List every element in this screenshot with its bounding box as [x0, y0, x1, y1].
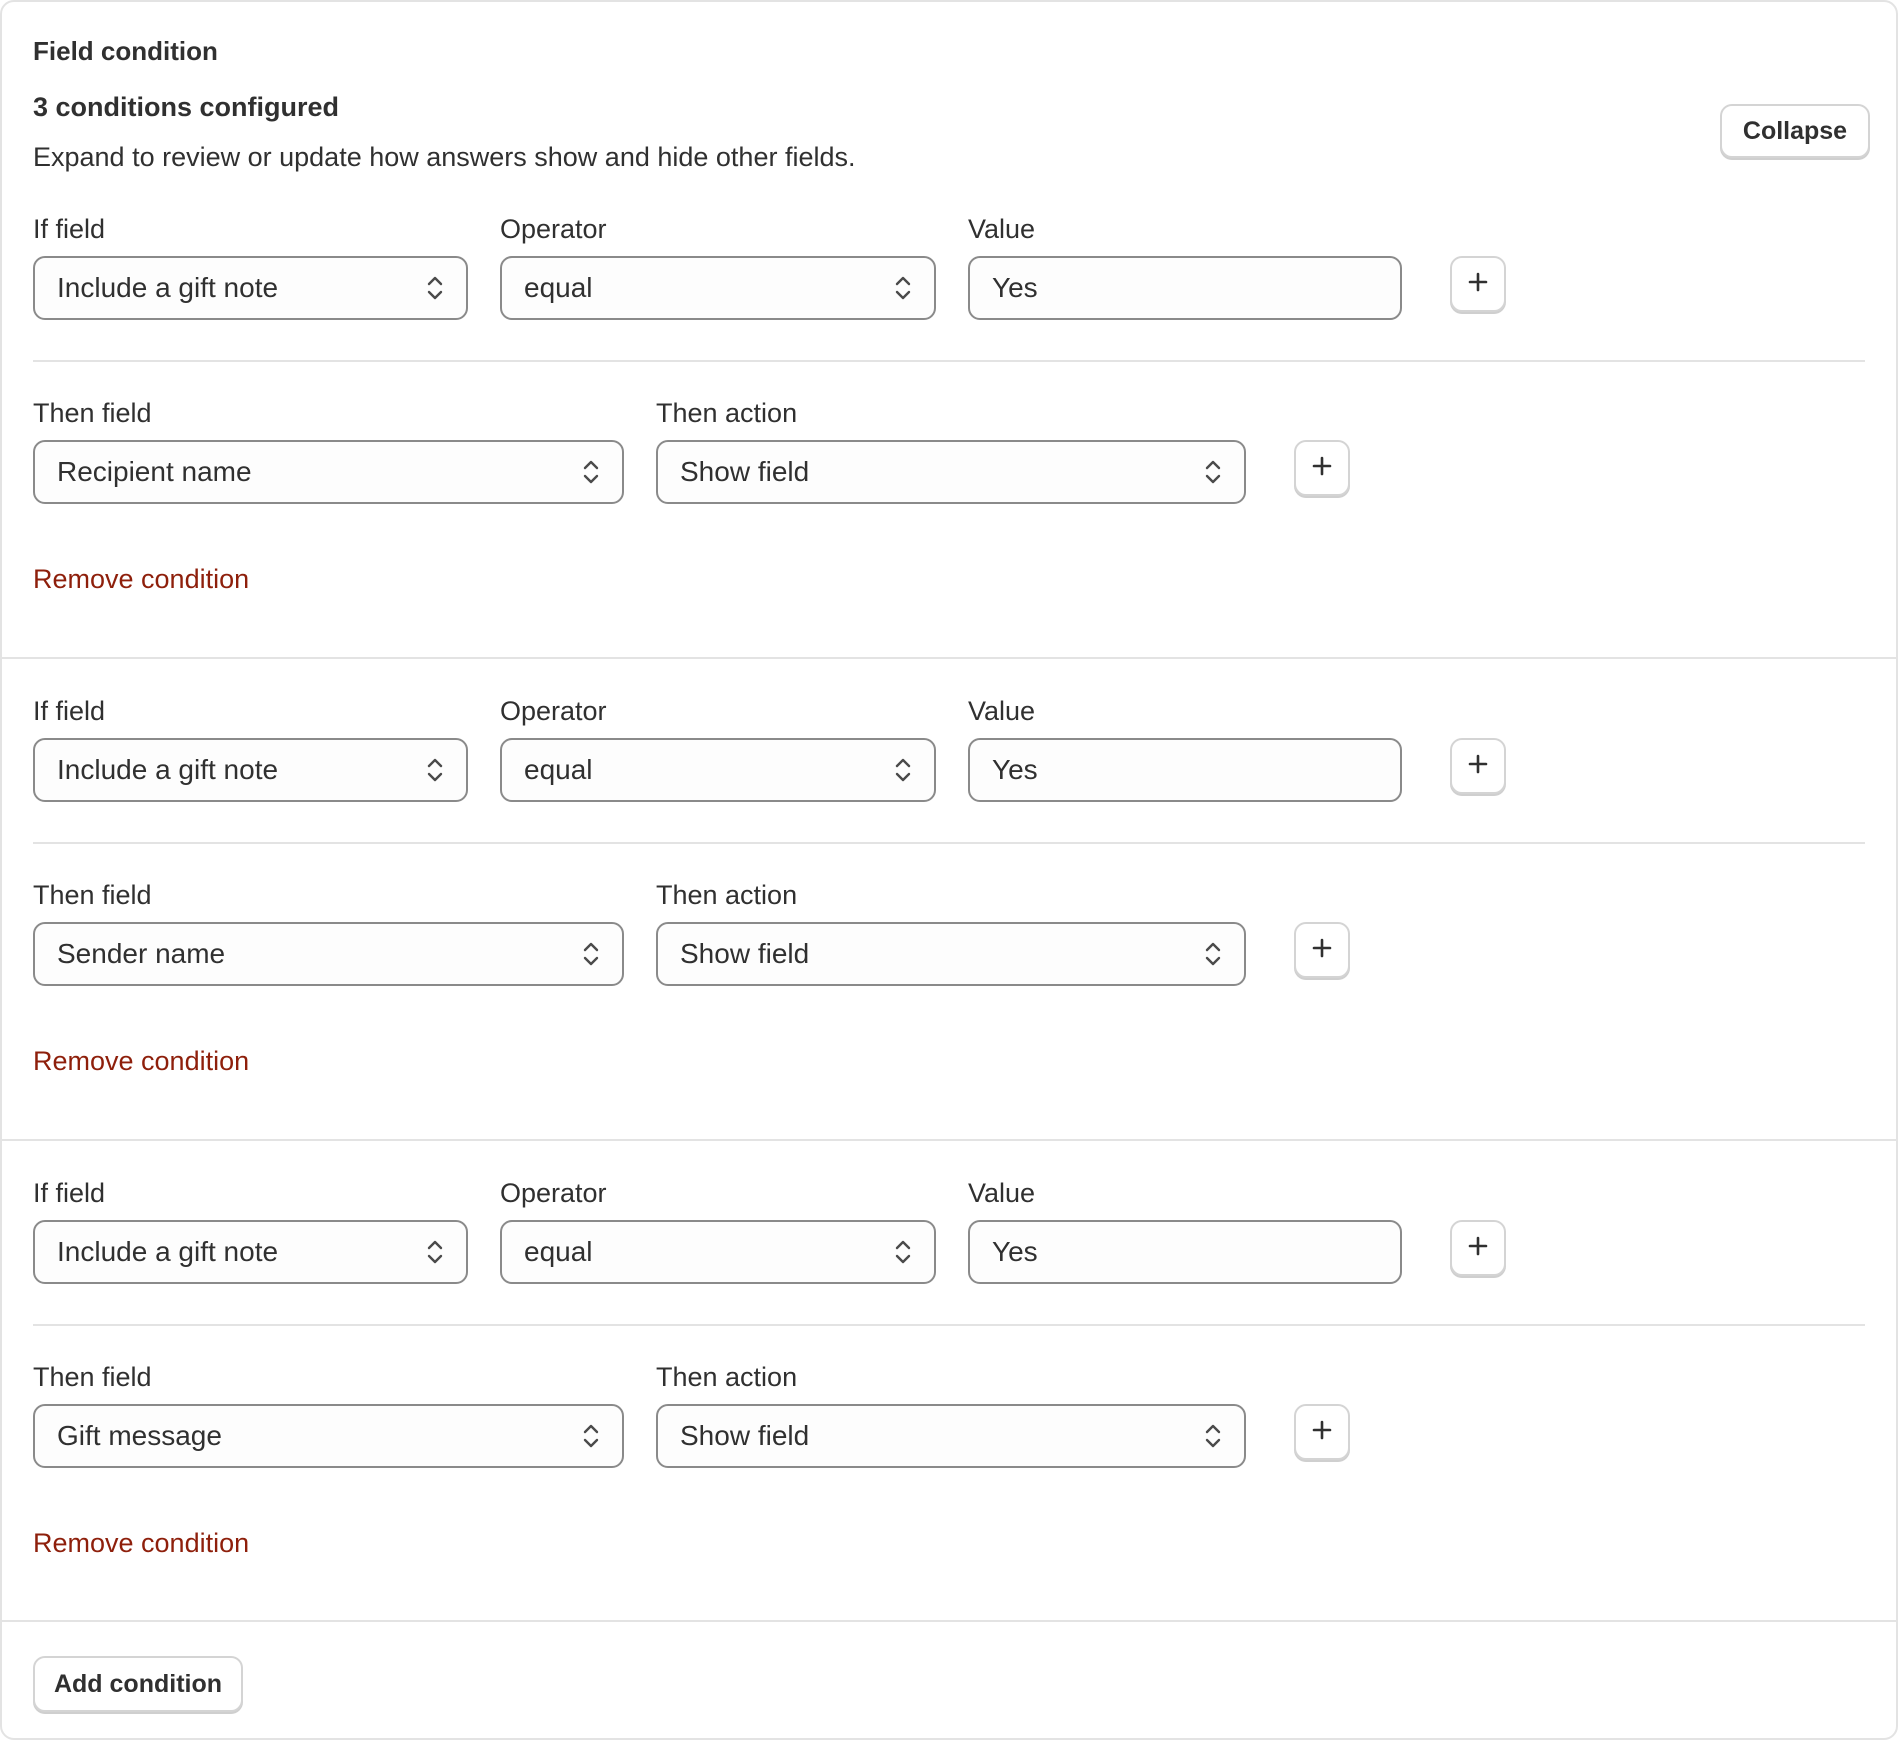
operator-value: equal — [524, 754, 593, 785]
then-action-select[interactable]: Show field — [656, 1404, 1246, 1468]
chevron-up-down-icon — [894, 1237, 912, 1267]
if-field-select[interactable]: Include a gift note — [33, 256, 468, 320]
chevron-up-down-icon — [426, 273, 444, 303]
chevron-up-down-icon — [1204, 939, 1222, 969]
then-action-label: Then action — [656, 1362, 798, 1392]
then-action-select[interactable]: Show field — [656, 440, 1246, 504]
panel-header: Field condition 3 conditions configured … — [2, 2, 1896, 197]
chevron-up-down-icon — [894, 273, 912, 303]
chevron-up-down-icon — [1204, 1421, 1222, 1451]
add-condition-button[interactable]: Add condition — [33, 1656, 243, 1712]
then-action-value: Show field — [680, 456, 810, 487]
then-field-value: Recipient name — [57, 456, 252, 487]
add-then-rule-button[interactable] — [1294, 1404, 1350, 1460]
if-field-label: If field — [33, 696, 106, 726]
value-input[interactable]: Yes — [968, 1220, 1402, 1284]
chevron-up-down-icon — [426, 1237, 444, 1267]
then-field-label: Then field — [33, 880, 152, 910]
add-if-rule-button[interactable] — [1450, 1220, 1506, 1276]
value-input[interactable]: Yes — [968, 738, 1402, 802]
remove-condition-link[interactable]: Remove condition — [33, 564, 249, 595]
plus-icon — [1310, 936, 1334, 965]
chevron-up-down-icon — [426, 755, 444, 785]
if-field-label: If field — [33, 214, 106, 244]
then-action-label: Then action — [656, 398, 798, 428]
chevron-up-down-icon — [582, 1421, 600, 1451]
if-field-value: Include a gift note — [57, 1236, 279, 1267]
field-condition-panel: Field condition 3 conditions configured … — [0, 0, 1898, 1740]
plus-icon — [1310, 1418, 1334, 1447]
value-label: Value — [968, 1178, 1036, 1208]
rule-divider — [33, 842, 1865, 844]
plus-icon — [1310, 454, 1334, 483]
then-action-select[interactable]: Show field — [656, 922, 1246, 986]
plus-icon — [1466, 270, 1490, 299]
value-label: Value — [968, 214, 1036, 244]
operator-value: equal — [524, 1236, 593, 1267]
add-then-rule-button[interactable] — [1294, 440, 1350, 496]
then-action-value: Show field — [680, 938, 810, 969]
value-text: Yes — [992, 272, 1038, 303]
value-text: Yes — [992, 754, 1038, 785]
condition-divider — [2, 657, 1896, 659]
panel-footer: Add condition — [2, 1620, 1896, 1738]
condition-block: If field Operator Value Include a gift note… — [2, 1139, 1896, 1621]
conditions-list: If field Operator Value Include a gift note… — [2, 197, 1896, 1621]
conditions-summary: 3 conditions configured — [33, 92, 340, 122]
then-action-value: Show field — [680, 1420, 810, 1451]
then-field-value: Sender name — [57, 938, 226, 969]
remove-condition-link[interactable]: Remove condition — [33, 1046, 249, 1077]
then-field-select[interactable]: Sender name — [33, 922, 624, 986]
if-field-select[interactable]: Include a gift note — [33, 1220, 468, 1284]
then-field-select[interactable]: Recipient name — [33, 440, 624, 504]
add-if-rule-button[interactable] — [1450, 256, 1506, 312]
remove-condition-link[interactable]: Remove condition — [33, 1528, 249, 1559]
operator-select[interactable]: equal — [500, 256, 936, 320]
add-then-rule-button[interactable] — [1294, 922, 1350, 978]
chevron-up-down-icon — [582, 939, 600, 969]
chevron-up-down-icon — [1204, 457, 1222, 487]
rule-divider — [33, 1324, 1865, 1326]
value-label: Value — [968, 696, 1036, 726]
panel-description: Expand to review or update how answers s… — [33, 142, 856, 172]
plus-icon — [1466, 752, 1490, 781]
operator-label: Operator — [500, 1178, 607, 1208]
add-if-rule-button[interactable] — [1450, 738, 1506, 794]
then-field-value: Gift message — [57, 1420, 222, 1451]
if-field-value: Include a gift note — [57, 754, 279, 785]
operator-label: Operator — [500, 214, 607, 244]
operator-label: Operator — [500, 696, 607, 726]
condition-block: If field Operator Value Include a gift note… — [2, 657, 1896, 1139]
then-field-select[interactable]: Gift message — [33, 1404, 624, 1468]
condition-block: If field Operator Value Include a gift note… — [2, 197, 1896, 657]
chevron-up-down-icon — [894, 755, 912, 785]
if-field-value: Include a gift note — [57, 272, 279, 303]
rule-divider — [33, 360, 1865, 362]
collapse-button[interactable]: Collapse — [1720, 104, 1870, 158]
value-input[interactable]: Yes — [968, 256, 1402, 320]
if-field-select[interactable]: Include a gift note — [33, 738, 468, 802]
then-action-label: Then action — [656, 880, 798, 910]
panel-title: Field condition — [33, 36, 218, 66]
chevron-up-down-icon — [582, 457, 600, 487]
plus-icon — [1466, 1234, 1490, 1263]
operator-value: equal — [524, 272, 593, 303]
then-field-label: Then field — [33, 1362, 152, 1392]
operator-select[interactable]: equal — [500, 738, 936, 802]
condition-divider — [2, 1139, 1896, 1141]
operator-select[interactable]: equal — [500, 1220, 936, 1284]
then-field-label: Then field — [33, 398, 152, 428]
value-text: Yes — [992, 1236, 1038, 1267]
if-field-label: If field — [33, 1178, 106, 1208]
